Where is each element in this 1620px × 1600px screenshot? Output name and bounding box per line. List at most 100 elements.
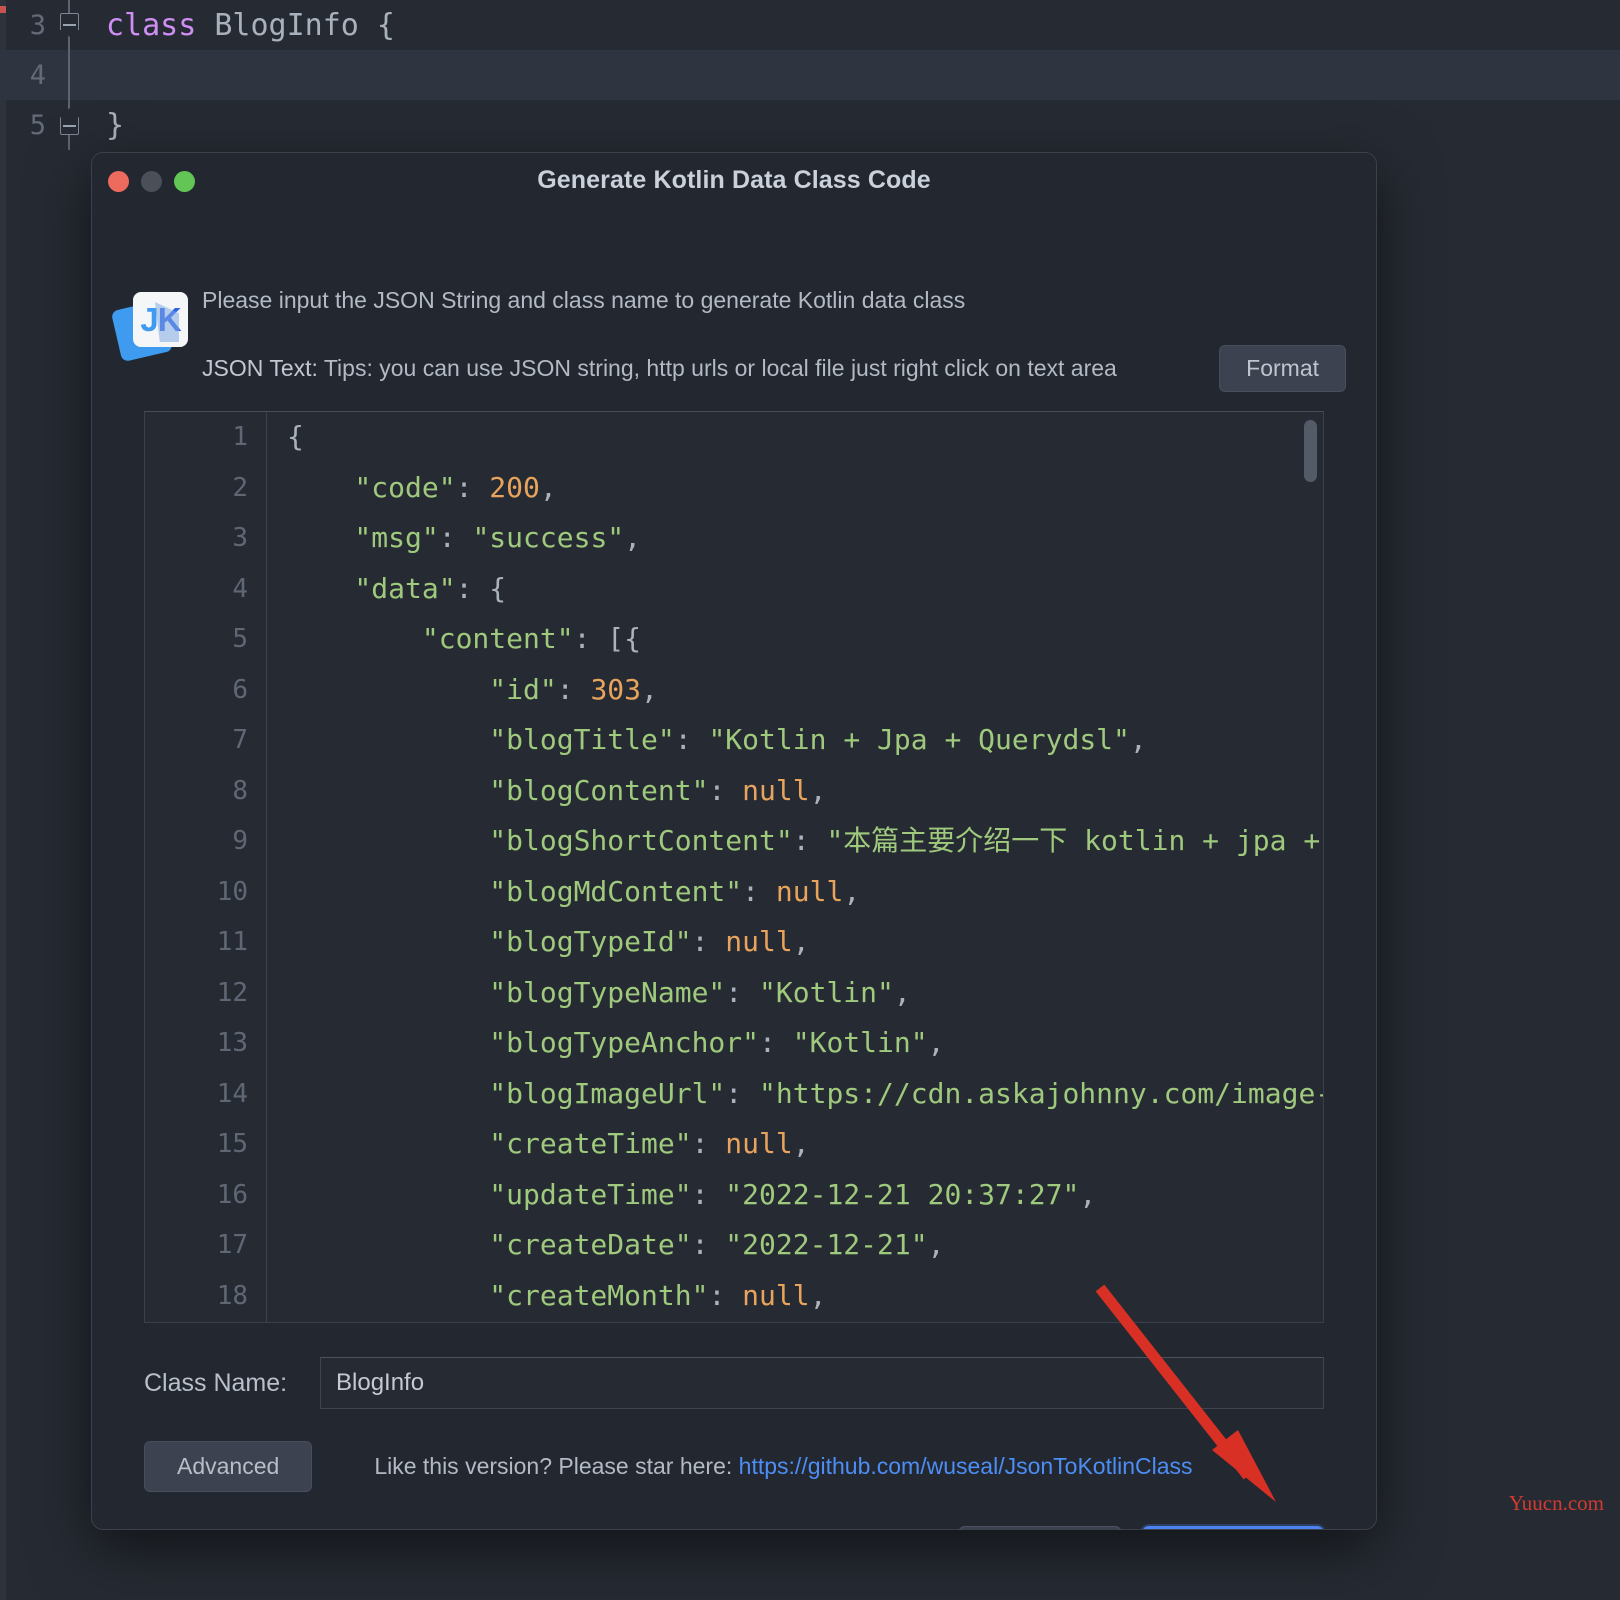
- format-button[interactable]: Format: [1219, 345, 1346, 392]
- json-line-number: 15: [216, 1129, 248, 1159]
- advanced-row: Advanced Like this version? Please star …: [144, 1441, 1324, 1492]
- json-token: :: [691, 1228, 726, 1261]
- json-line: "updateTime": "2022-12-21 20:37:27",: [287, 1170, 1323, 1221]
- json-line: "blogShortContent": "本篇主要介绍一下 kotlin + j…: [287, 816, 1323, 867]
- json-token: ,: [927, 1228, 945, 1261]
- json-token: "blogTypeId": [287, 925, 692, 958]
- json-token: null: [725, 1127, 793, 1160]
- dialog-titlebar[interactable]: Generate Kotlin Data Class Code: [92, 153, 1376, 207]
- icon-front-card: JK: [133, 292, 188, 347]
- dialog-title: Generate Kotlin Data Class Code: [537, 165, 931, 194]
- json-token: ,: [792, 925, 810, 958]
- json-line: "createMonth": null,: [287, 1271, 1323, 1322]
- class-name-input[interactable]: [320, 1357, 1324, 1409]
- json-line-number: 13: [216, 1028, 248, 1058]
- json-token: :: [691, 925, 726, 958]
- class-name-label: Class Name:: [144, 1368, 288, 1397]
- json-line: {: [287, 412, 1323, 463]
- advanced-button[interactable]: Advanced: [144, 1441, 313, 1492]
- minimize-window-button[interactable]: [141, 171, 162, 192]
- json-line: "blogTypeName": "Kotlin",: [287, 968, 1323, 1019]
- json-line: "blogTitle": "Kotlin + Jpa + Querydsl",: [287, 715, 1323, 766]
- json-token: :: [556, 672, 591, 706]
- editor-line-number: 5: [29, 109, 46, 141]
- editor-line-number: 4: [29, 59, 46, 91]
- editor-line[interactable]: 3 class BlogInfo {: [0, 0, 1620, 50]
- json-token: ,: [792, 1127, 810, 1160]
- json-token: "blogImageUrl": [287, 1076, 726, 1110]
- json-token: ,: [641, 672, 658, 706]
- json-line-number: 11: [216, 927, 248, 957]
- json-scrollbar-thumb[interactable]: [1304, 420, 1317, 482]
- close-window-button[interactable]: [108, 171, 129, 192]
- json-token: "2022-12-21": [725, 1228, 928, 1261]
- fold-arrow-icon: [60, 108, 79, 118]
- code-fold-gutter[interactable]: [46, 50, 106, 100]
- json-token: :: [725, 1076, 760, 1110]
- json-token: ,: [539, 470, 557, 504]
- json-token: :: [742, 874, 776, 908]
- json-line-number: 6: [232, 674, 248, 705]
- window-controls: [108, 171, 195, 192]
- json-token: :: [455, 470, 490, 504]
- json-token: :: [691, 1127, 726, 1160]
- maximize-window-button[interactable]: [174, 171, 195, 192]
- editor-line[interactable]: 4: [0, 50, 1620, 100]
- watermark-text: Yuucn.com: [1508, 1491, 1604, 1515]
- json-line-number: 10: [216, 876, 248, 907]
- fold-minus-icon: [63, 24, 76, 26]
- json-token: "Kotlin": [759, 975, 894, 1009]
- json-token: "blogTitle": [287, 723, 675, 756]
- dialog-footer: Cancel Generate: [144, 1526, 1324, 1529]
- json-line: "blogTypeAnchor": "Kotlin",: [287, 1018, 1323, 1069]
- json-line-number: 5: [232, 624, 248, 654]
- icon-letter-j: J: [140, 300, 158, 338]
- json-token: :: [674, 723, 709, 756]
- generate-button[interactable]: Generate: [1141, 1526, 1324, 1529]
- json-code-content[interactable]: { "code": 200, "msg": "success", "data":…: [267, 412, 1323, 1322]
- json-line-number: 12: [216, 977, 248, 1008]
- code-fold-gutter[interactable]: [46, 0, 106, 50]
- json-line-number: 8: [232, 775, 248, 806]
- fold-guide-line: [68, 50, 70, 100]
- json-token: ,: [927, 1026, 945, 1059]
- json-text-area[interactable]: 12345678910111213141516171819 { "code": …: [144, 411, 1324, 1323]
- dialog-instruction-text: Please input the JSON String and class n…: [202, 287, 966, 313]
- json-token: :: [759, 1026, 793, 1059]
- json-token: null: [775, 874, 844, 908]
- json-token: "data": [287, 571, 456, 605]
- json-line: "blogContent": null,: [287, 766, 1323, 817]
- code-fold-gutter[interactable]: [46, 100, 106, 150]
- json-line-number: 17: [216, 1230, 248, 1260]
- json-line-number: 1: [232, 422, 248, 452]
- github-repo-link[interactable]: https://github.com/wuseal/JsonToKotlinCl…: [739, 1453, 1193, 1479]
- code-token: class: [106, 7, 197, 43]
- json-token: ,: [809, 1278, 827, 1312]
- json-token: "code": [287, 470, 456, 504]
- json-token: "updateTime": [287, 1177, 692, 1211]
- code-token: }: [106, 107, 125, 143]
- cancel-button[interactable]: Cancel: [957, 1526, 1122, 1529]
- editor-line-text: }: [106, 108, 124, 143]
- json-line: "createTime": null,: [287, 1119, 1323, 1170]
- json-line: "content": [{: [287, 614, 1323, 665]
- editor-line[interactable]: 5}: [0, 100, 1620, 150]
- json-token: "Kotlin": [792, 1026, 928, 1059]
- json-line-number: 16: [216, 1179, 248, 1210]
- json-token: "msg": [287, 521, 439, 554]
- json-token: ,: [843, 874, 861, 908]
- json-line: "createYear": null: [287, 1321, 1323, 1322]
- json-token: ,: [809, 773, 827, 807]
- fold-minus-icon: [63, 125, 76, 127]
- json-text-label: JSON Text: Tips: you can use JSON string…: [202, 355, 1117, 382]
- json-token: "createDate": [287, 1228, 692, 1261]
- editor-line-text: class BlogInfo {: [106, 8, 395, 43]
- star-prompt: Like this version? Please star here: htt…: [374, 1453, 1192, 1480]
- json-to-kotlin-class-icon: JK: [110, 287, 188, 363]
- json-token: :: [708, 1278, 743, 1312]
- json-token: "createTime": [287, 1127, 692, 1160]
- json-token: "success": [472, 521, 625, 554]
- json-token: : [{: [573, 622, 642, 655]
- json-token: "createMonth": [287, 1278, 709, 1312]
- fold-arrow-icon: [60, 27, 79, 37]
